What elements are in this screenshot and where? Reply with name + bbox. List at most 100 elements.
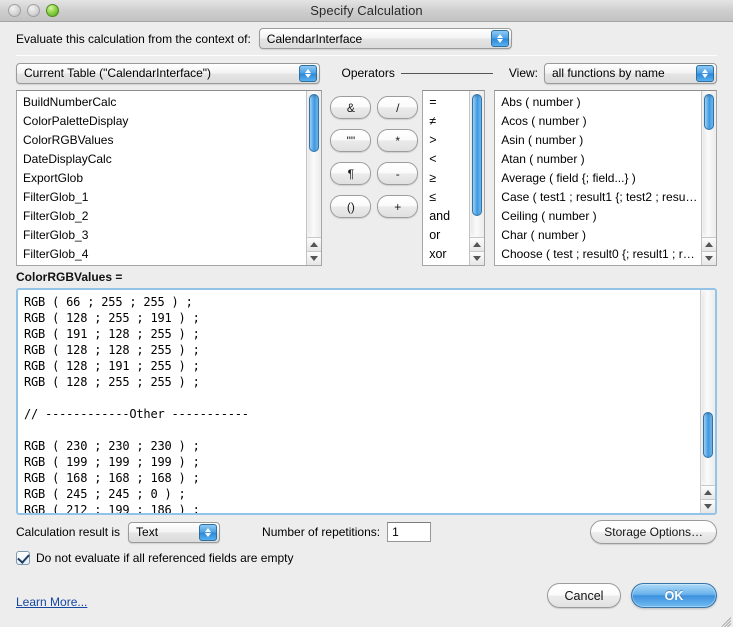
operator-button-ampersand[interactable]: & (330, 96, 372, 119)
scroll-up-button[interactable] (701, 485, 715, 499)
storage-options-button[interactable]: Storage Options… (590, 520, 717, 544)
chevron-updown-icon (696, 64, 714, 82)
operator-button-divide[interactable]: / (377, 96, 419, 119)
operators-header: Operators (342, 66, 493, 80)
operator-button-plus[interactable]: + (377, 195, 419, 218)
triangle-up-icon (704, 490, 712, 495)
triangle-down-icon (705, 256, 713, 261)
fields-list-scrollbar[interactable] (306, 91, 322, 265)
list-item[interactable]: Abs ( number ) (499, 93, 716, 112)
scroll-up-button[interactable] (702, 237, 716, 251)
specify-calculation-dialog: Specify Calculation Evaluate this calcul… (0, 0, 733, 627)
fields-list[interactable]: BuildNumberCalc ColorPaletteDisplay Colo… (16, 90, 323, 266)
close-button-icon[interactable] (8, 4, 21, 17)
do-not-evaluate-checkbox[interactable] (16, 551, 30, 565)
list-item[interactable]: FilterGlob_3 (21, 226, 321, 245)
selectors-row: Current Table ("CalendarInterface") Oper… (0, 56, 733, 86)
scroll-down-button[interactable] (307, 251, 322, 265)
list-item[interactable]: FilterGlob_2 (21, 207, 321, 226)
scroll-down-button[interactable] (701, 499, 715, 513)
result-type-popup[interactable]: Text (128, 521, 221, 543)
operators-list[interactable]: = ≠ > < ≥ ≤ and or xor not (422, 90, 486, 266)
scrollbar-thumb[interactable] (703, 412, 713, 458)
operator-button-minus[interactable]: - (377, 162, 419, 185)
triangle-up-icon (473, 242, 482, 247)
window-controls (8, 4, 59, 17)
list-item[interactable]: Ceiling ( number ) (499, 207, 716, 226)
scroll-up-button[interactable] (470, 237, 485, 251)
list-item[interactable]: Choose ( test ; result0 {; result1 ; r… (499, 245, 716, 264)
list-item[interactable]: GanttlessLinkedGlob (21, 264, 321, 265)
cancel-button[interactable]: Cancel (547, 583, 621, 608)
calculation-text[interactable]: RGB ( 66 ; 255 ; 255 ) ; RGB ( 128 ; 255… (18, 290, 699, 513)
context-popup[interactable]: CalendarInterface (258, 28, 512, 49)
zoom-button-icon[interactable] (46, 4, 59, 17)
view-popup[interactable]: all functions by name (544, 62, 717, 84)
repetitions-label: Number of repetitions: (262, 525, 381, 539)
result-type-label: Calculation result is (16, 525, 121, 539)
list-item[interactable]: Atan ( number ) (499, 150, 716, 169)
list-item[interactable]: ColorPaletteDisplay (21, 112, 321, 131)
scrollbar-buttons (701, 485, 715, 513)
functions-list-items: Abs ( number ) Acos ( number ) Asin ( nu… (495, 91, 716, 265)
view-header: View: all functions by name (508, 62, 717, 84)
list-item[interactable]: FilterGlob_4 (21, 245, 321, 264)
operator-buttons: & / "" * ¶ - () + (322, 90, 422, 266)
fields-list-items: BuildNumberCalc ColorPaletteDisplay Colo… (17, 91, 321, 265)
resize-grip-icon[interactable] (718, 612, 732, 627)
do-not-evaluate-label: Do not evaluate if all referenced fields… (36, 551, 294, 565)
scroll-down-button[interactable] (702, 251, 716, 265)
view-popup-value: all functions by name (552, 66, 665, 80)
learn-more-link[interactable]: Learn More... (16, 595, 87, 609)
operators-label: Operators (341, 66, 395, 80)
calculation-textarea[interactable]: RGB ( 66 ; 255 ; 255 ) ; RGB ( 128 ; 255… (16, 288, 717, 515)
table-popup[interactable]: Current Table ("CalendarInterface") (16, 62, 320, 84)
triangle-down-icon (310, 256, 319, 261)
panels-row: BuildNumberCalc ColorPaletteDisplay Colo… (0, 86, 733, 266)
scroll-up-button[interactable] (307, 237, 322, 251)
operators-rule (400, 73, 493, 74)
list-item[interactable]: Case ( test1 ; result1 {; test2 ; resu… (499, 188, 716, 207)
scrollbar-thumb[interactable] (704, 94, 714, 130)
operator-button-quotes[interactable]: "" (330, 129, 372, 152)
functions-list[interactable]: Abs ( number ) Acos ( number ) Asin ( nu… (494, 90, 717, 266)
view-label: View: (508, 66, 538, 80)
list-item[interactable]: Average ( field {; field...} ) (499, 169, 716, 188)
scrollbar-thumb[interactable] (309, 94, 320, 152)
dialog-footer: Learn More... Cancel OK (0, 569, 733, 627)
operator-button-pilcrow[interactable]: ¶ (330, 162, 372, 185)
list-item[interactable]: Asin ( number ) (499, 131, 716, 150)
repetitions-group: Number of repetitions: (262, 522, 432, 542)
chevron-updown-icon (199, 523, 218, 541)
list-item[interactable]: FilterGlob_1 (21, 188, 321, 207)
window-title: Specify Calculation (310, 3, 423, 18)
chevron-updown-icon (490, 30, 509, 47)
scrollbar-buttons (470, 237, 485, 265)
functions-list-scrollbar[interactable] (701, 91, 716, 265)
list-item[interactable]: Acos ( number ) (499, 112, 716, 131)
operator-button-multiply[interactable]: * (377, 129, 419, 152)
calculation-scrollbar[interactable] (700, 290, 715, 513)
context-popup-value: CalendarInterface (266, 31, 363, 46)
list-item[interactable]: BuildNumberCalc (21, 93, 321, 112)
list-item[interactable]: ColorRGBValues (21, 131, 321, 150)
operator-button-parens[interactable]: () (330, 195, 372, 218)
table-popup-value: Current Table ("CalendarInterface") (24, 66, 212, 80)
list-item[interactable]: ExportGlob (21, 169, 321, 188)
triangle-down-icon (473, 256, 482, 261)
operators-list-scrollbar[interactable] (469, 91, 485, 265)
scroll-down-button[interactable] (470, 251, 485, 265)
formula-field-label: ColorRGBValues = (16, 270, 123, 284)
footer-buttons: Cancel OK (547, 583, 717, 608)
list-item[interactable]: DateDisplayCalc (21, 150, 321, 169)
triangle-down-icon (704, 504, 712, 509)
list-item[interactable]: Char ( number ) (499, 226, 716, 245)
do-not-evaluate-row[interactable]: Do not evaluate if all referenced fields… (0, 545, 733, 569)
list-item[interactable]: Code ( text ) (499, 264, 716, 265)
scrollbar-thumb[interactable] (472, 94, 483, 216)
options-row: Calculation result is Text Number of rep… (0, 515, 733, 545)
repetitions-input[interactable] (387, 522, 432, 542)
ok-button[interactable]: OK (631, 583, 717, 608)
minimize-button-icon[interactable] (27, 4, 40, 17)
chevron-updown-icon (298, 64, 317, 82)
